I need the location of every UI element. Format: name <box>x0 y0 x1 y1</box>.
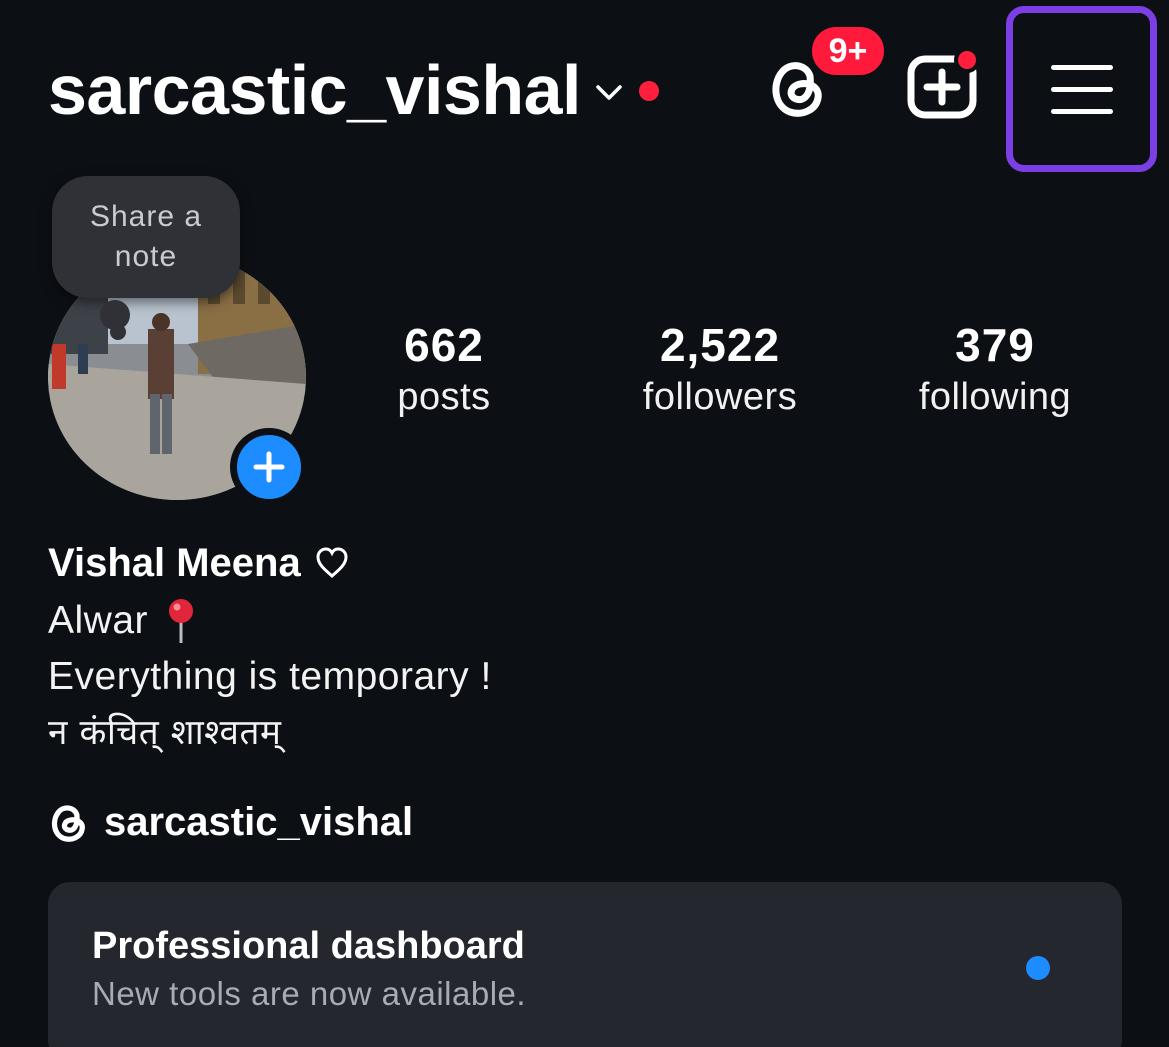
bio-line-location: Alwar <box>48 596 196 646</box>
following-label: following <box>918 376 1072 418</box>
username: sarcastic_vishal <box>48 51 581 129</box>
followers-label: followers <box>642 376 798 418</box>
dashboard-title: Professional dashboard <box>92 925 525 967</box>
share-note-label: Share a note <box>89 200 203 273</box>
account-switcher[interactable]: sarcastic_vishal <box>48 50 659 130</box>
share-note-bubble[interactable]: Share a note <box>52 176 240 298</box>
profile-page: sarcastic_vishal 9+ Share a note 662 pos… <box>0 0 1169 1047</box>
threads-handle: sarcastic_vishal <box>104 800 414 844</box>
note-tail <box>110 324 126 340</box>
plus-icon <box>253 451 285 483</box>
full-name: Vishal Meena <box>48 541 301 585</box>
professional-dashboard-card[interactable]: Professional dashboard New tools are now… <box>48 882 1122 1047</box>
menu-icon-line <box>1050 64 1113 70</box>
posts-stat[interactable]: 662 posts <box>380 318 508 422</box>
menu-button[interactable] <box>1006 6 1157 172</box>
followers-count: 2,522 <box>659 319 781 371</box>
posts-label: posts <box>397 376 491 418</box>
bio-line-sanskrit: न कंचित् शाश्वतम् <box>48 713 282 753</box>
account-notification-dot <box>638 81 659 101</box>
full-name-row: Vishal Meena <box>48 538 349 588</box>
followers-stat[interactable]: 2,522 followers <box>620 318 820 422</box>
posts-count: 662 <box>404 319 484 371</box>
menu-icon-line <box>1050 108 1113 114</box>
chevron-down-icon <box>596 85 622 100</box>
pin-icon <box>169 599 194 643</box>
add-story-button[interactable] <box>230 428 308 506</box>
threads-icon <box>51 805 85 842</box>
following-stat[interactable]: 379 following <box>900 318 1090 422</box>
threads-profile-link[interactable]: sarcastic_vishal <box>48 796 413 848</box>
heart-icon <box>316 547 348 578</box>
menu-icon-line <box>1050 86 1113 92</box>
bio-line-quote: Everything is temporary ! <box>48 655 492 698</box>
create-notification-dot <box>954 47 980 73</box>
threads-notification-badge: 9+ <box>808 23 888 79</box>
dashboard-subtitle: New tools are now available. <box>92 975 527 1012</box>
dashboard-new-dot <box>1026 956 1050 980</box>
following-count: 379 <box>955 319 1035 371</box>
bio-location: Alwar <box>48 599 149 642</box>
